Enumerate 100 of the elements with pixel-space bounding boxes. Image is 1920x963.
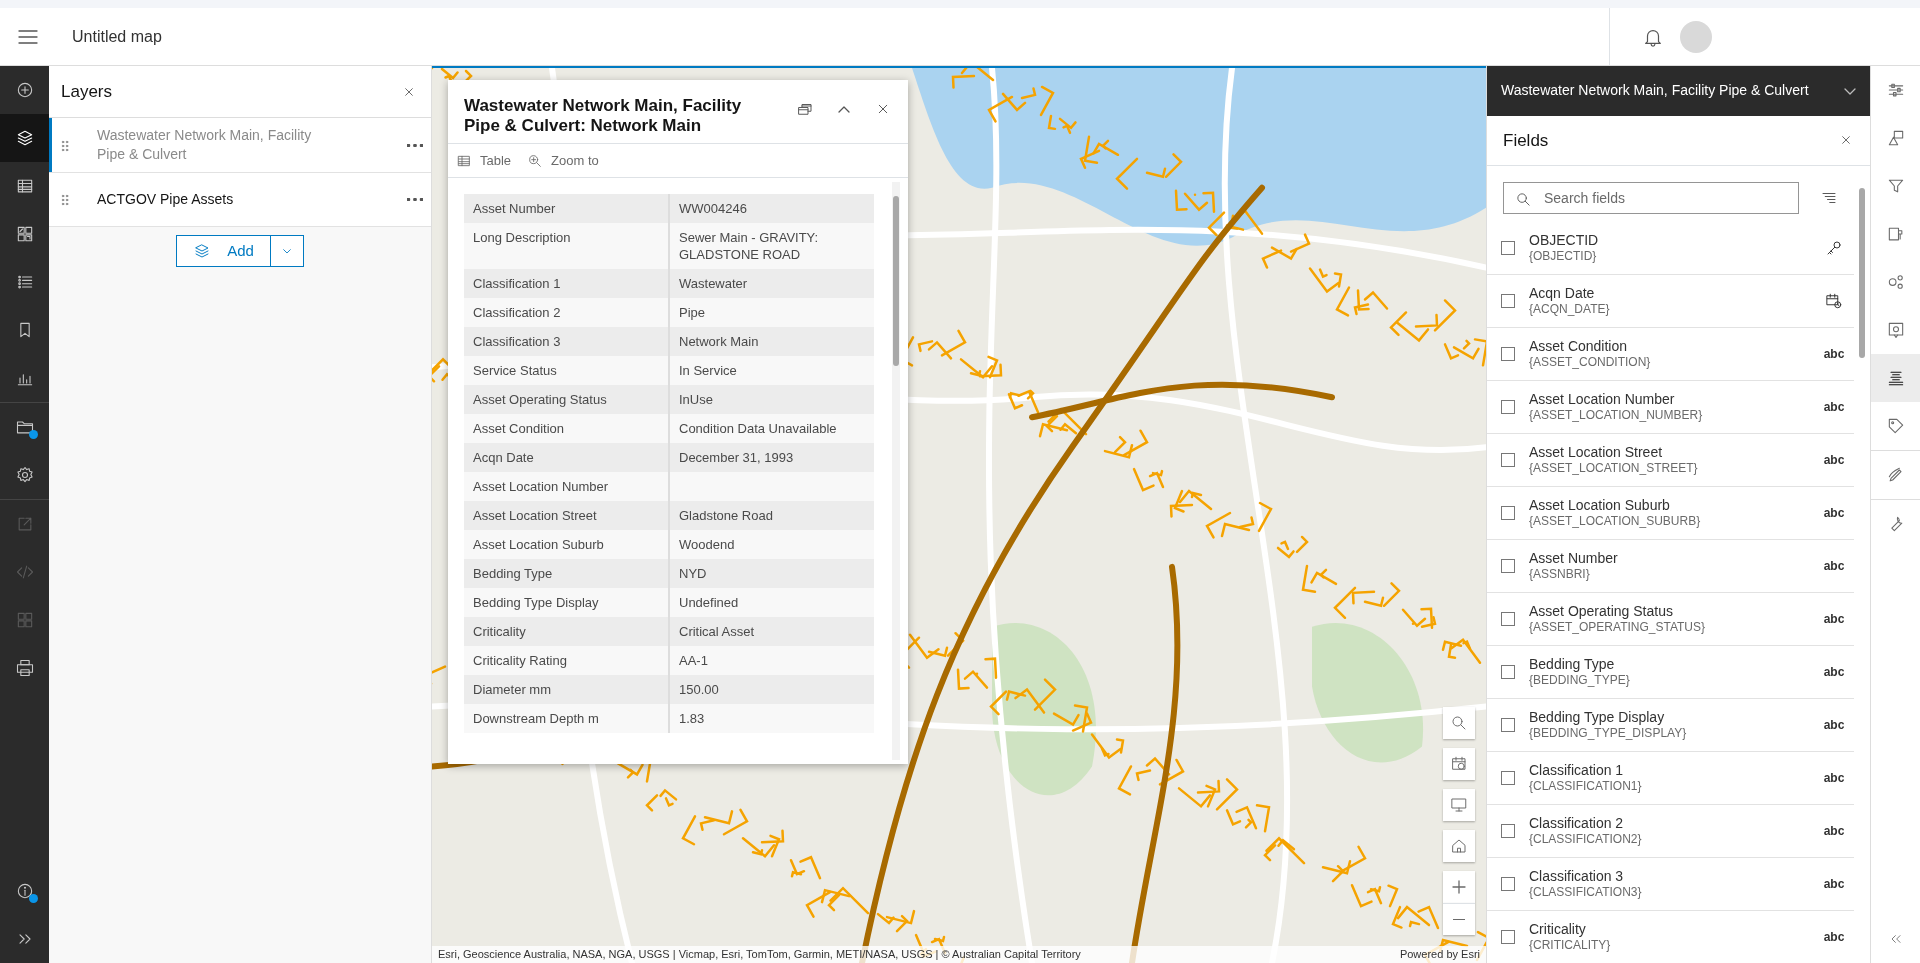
map-title: Untitled map (72, 26, 162, 47)
field-row[interactable]: Asset Location Number {ASSET_LOCATION_NUMBER} abc (1487, 380, 1854, 434)
popup-title: Wastewater Network Main, Facility Pipe & Culvert: Network Main (464, 96, 743, 136)
calendar-clock-icon (1825, 291, 1843, 310)
field-alias: {CLASSIFICATION2} (1529, 831, 1643, 847)
layer-item[interactable]: ACTGOV Pipe Assets (49, 173, 431, 227)
field-name: Classification 3 (1529, 867, 1625, 885)
field-type-label: abc (1822, 451, 1846, 469)
field-name: Asset Condition (1529, 337, 1629, 355)
field-label: Asset Condition (464, 414, 669, 443)
layer-item[interactable]: Wastewater Network Main, Facility Pipe & Culvert (49, 118, 431, 173)
search-field[interactable]: Search fields (1503, 181, 1799, 214)
popup-action-link[interactable]: Zoom to (527, 150, 599, 171)
field-value: December 31, 1993 (669, 443, 874, 472)
attribution-text: Esri, Geoscience Australia, NASA, NGA, USGS | Vicmap, Esri, TomTom, Garmin, METI/NASA, USGS | © Australian Capital Territory (438, 947, 1081, 962)
field-name: Asset Location Suburb (1529, 496, 1671, 514)
zoom-in-icon (527, 152, 544, 169)
field-row[interactable]: Classification 1 {CLASSIFICATION1} abc (1487, 751, 1854, 805)
field-type-label: abc (1822, 716, 1846, 734)
field-value: AA-1 (669, 646, 874, 675)
printer-icon (14, 658, 35, 678)
field-row[interactable]: Asset Location Street {ASSET_LOCATION_STREET} abc (1487, 433, 1854, 487)
panel-title: Layers (61, 80, 113, 103)
fields-tool-button[interactable] (1871, 354, 1920, 402)
field-type-label: abc (1822, 769, 1846, 787)
layers-tool-button[interactable] (0, 114, 49, 162)
checkbox[interactable] (1501, 399, 1515, 414)
home-icon (1450, 837, 1468, 855)
field-name: Bedding Type Display (1529, 708, 1666, 726)
field-type-label: abc (1822, 557, 1846, 575)
field-alias: {CLASSIFICATION1} (1529, 778, 1643, 794)
checkbox[interactable] (1501, 929, 1515, 944)
field-alias: {ACQN_DATE} (1529, 301, 1611, 317)
field-row[interactable]: Asset Condition {ASSET_CONDITION} abc (1487, 327, 1854, 381)
basemap-date-button[interactable] (1443, 748, 1475, 780)
checkbox[interactable] (1501, 505, 1515, 520)
field-label: Asset Operating Status (464, 385, 669, 414)
home-button[interactable] (1443, 830, 1475, 862)
field-name: OBJECTID (1529, 231, 1600, 249)
panel-title: Fields (1503, 129, 1549, 152)
field-alias: {BEDDING_TYPE} (1529, 672, 1631, 688)
field-type-label: abc (1822, 610, 1846, 628)
checkbox[interactable] (1501, 823, 1515, 838)
more-icon (407, 198, 423, 201)
field-row[interactable]: Asset Number {ASSNBRI} abc (1487, 539, 1854, 593)
field-alias: {ASSET_OPERATING_STATUS} (1529, 619, 1707, 635)
field-name: Classification 2 (1529, 814, 1625, 832)
checkbox[interactable] (1501, 717, 1515, 732)
more-options-button[interactable] (407, 198, 423, 201)
checkbox[interactable] (1501, 240, 1515, 255)
field-alias: {ASSET_CONDITION} (1529, 354, 1652, 370)
screen-button[interactable] (1443, 789, 1475, 821)
field-label: Downstream Depth m (464, 704, 669, 733)
checkbox[interactable] (1501, 452, 1515, 467)
field-row[interactable]: Bedding Type {BEDDING_TYPE} abc (1487, 645, 1854, 699)
checkbox[interactable] (1501, 558, 1515, 573)
field-alias: {BEDDING_TYPE_DISPLAY} (1529, 725, 1688, 741)
field-value: Pipe (669, 298, 874, 327)
field-type-label: abc (1822, 875, 1846, 893)
field-row[interactable]: Bedding Type Display {BEDDING_TYPE_DISPLAY} abc (1487, 698, 1854, 752)
scrollbar[interactable] (892, 182, 900, 760)
field-alias: {ASSNBRI} (1529, 566, 1591, 582)
field-value: Sewer Main - GRAVITY: GLADSTONE ROAD (669, 223, 874, 269)
field-label: Diameter mm (464, 675, 669, 704)
checkbox[interactable] (1501, 346, 1515, 361)
field-name: Asset Location Number (1529, 390, 1676, 408)
field-label: Criticality Rating (464, 646, 669, 675)
field-label: Classification 3 (464, 327, 669, 356)
layer-selector[interactable]: Wastewater Network Main, Facility Pipe & Culvert (1487, 66, 1870, 116)
search-button[interactable] (1443, 707, 1475, 739)
checkbox[interactable] (1501, 770, 1515, 785)
field-name: Acqn Date (1529, 284, 1596, 302)
popup-action-link[interactable]: Table (456, 150, 512, 171)
field-label: Asset Location Number (464, 472, 669, 501)
monitor-icon (1450, 796, 1468, 814)
minus-icon (1452, 919, 1466, 920)
plus-icon (1452, 880, 1466, 894)
checkbox[interactable] (1501, 664, 1515, 679)
checkbox[interactable] (1501, 293, 1515, 308)
checkbox[interactable] (1501, 876, 1515, 891)
field-row[interactable]: Asset Operating Status {ASSET_OPERATING_STATUS} abc (1487, 592, 1854, 646)
field-value: NYD (669, 559, 874, 588)
zoom-in-button[interactable] (1443, 871, 1475, 903)
layer-name: Wastewater Network Main, Facility Pipe & Culvert (97, 126, 313, 164)
field-row[interactable]: Acqn Date {ACQN_DATE} (1487, 274, 1854, 328)
field-value: Undefined (669, 588, 874, 617)
field-type-label: abc (1822, 663, 1846, 681)
field-type-label: abc (1822, 504, 1846, 522)
key-icon (1825, 238, 1843, 257)
powered-by-text: Powered by Esri (1399, 947, 1480, 962)
field-row[interactable]: Asset Location Suburb {ASSET_LOCATION_SUBURB} abc (1487, 486, 1854, 540)
field-row[interactable]: Classification 3 {CLASSIFICATION3} abc (1487, 857, 1854, 911)
field-alias: {CRITICALITY} (1529, 937, 1612, 953)
field-row[interactable]: OBJECTID {OBJECTID} (1487, 221, 1854, 275)
field-row[interactable]: Criticality {CRITICALITY} abc (1487, 910, 1854, 963)
field-name: Criticality (1529, 920, 1587, 938)
checkbox[interactable] (1501, 611, 1515, 626)
field-value: WW004246 (669, 194, 874, 223)
more-options-button[interactable] (407, 143, 423, 147)
field-row[interactable]: Classification 2 {CLASSIFICATION2} abc (1487, 804, 1854, 858)
